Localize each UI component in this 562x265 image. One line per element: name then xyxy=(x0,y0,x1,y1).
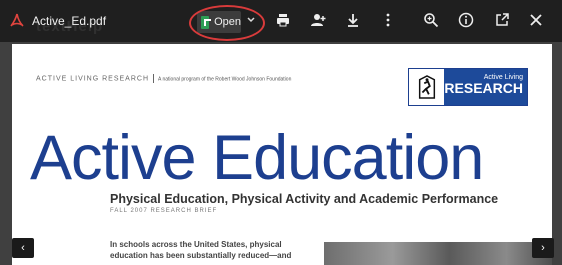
next-page-button[interactable]: › xyxy=(532,238,554,258)
open-new-window-icon[interactable] xyxy=(494,12,510,28)
cover-photo xyxy=(324,242,552,265)
header-divider xyxy=(153,74,155,83)
add-person-icon[interactable] xyxy=(310,12,326,28)
chevron-left-icon: ‹ xyxy=(21,242,25,254)
alr-logo: Active Living RESEARCH xyxy=(408,68,528,106)
logo-text-panel: Active Living RESEARCH xyxy=(444,69,527,105)
pdf-file-icon xyxy=(10,13,24,29)
pdf-page: ACTIVE LIVING RESEARCH A national program… xyxy=(12,44,552,265)
info-icon[interactable] xyxy=(458,12,474,28)
body-line-1: In schools across the United States, phy… xyxy=(110,240,282,249)
page-header: ACTIVE LIVING RESEARCH A national program… xyxy=(36,74,291,83)
close-icon[interactable] xyxy=(528,12,544,28)
chevron-right-icon: › xyxy=(541,242,545,254)
body-line-2: education has been substantially reduced… xyxy=(110,251,292,260)
header-org: ACTIVE LIVING RESEARCH xyxy=(36,75,150,83)
header-subtitle: A national program of the Robert Wood Jo… xyxy=(158,76,292,83)
print-icon[interactable] xyxy=(275,12,291,28)
download-icon[interactable] xyxy=(345,12,361,28)
file-name: Active_Ed.pdf xyxy=(32,14,107,28)
brief-label: FALL 2007 RESEARCH BRIEF xyxy=(110,208,218,214)
viewer-toolbar: textHelp Active_Ed.pdf Open xyxy=(0,0,562,42)
highlight-circle xyxy=(189,5,265,41)
pdf-viewer: textHelp Active_Ed.pdf Open ACTIVE LIVIN… xyxy=(0,0,562,265)
document-headline: Active Education xyxy=(30,123,484,193)
body-text: In schools across the United States, phy… xyxy=(110,239,310,261)
document-subhead: Physical Education, Physical Activity an… xyxy=(110,192,499,206)
logo-emblem-icon xyxy=(409,69,445,105)
more-options-icon[interactable] xyxy=(380,12,396,28)
zoom-icon[interactable] xyxy=(423,12,439,28)
logo-line2: RESEARCH xyxy=(444,80,523,96)
previous-page-button[interactable]: ‹ xyxy=(12,238,34,258)
